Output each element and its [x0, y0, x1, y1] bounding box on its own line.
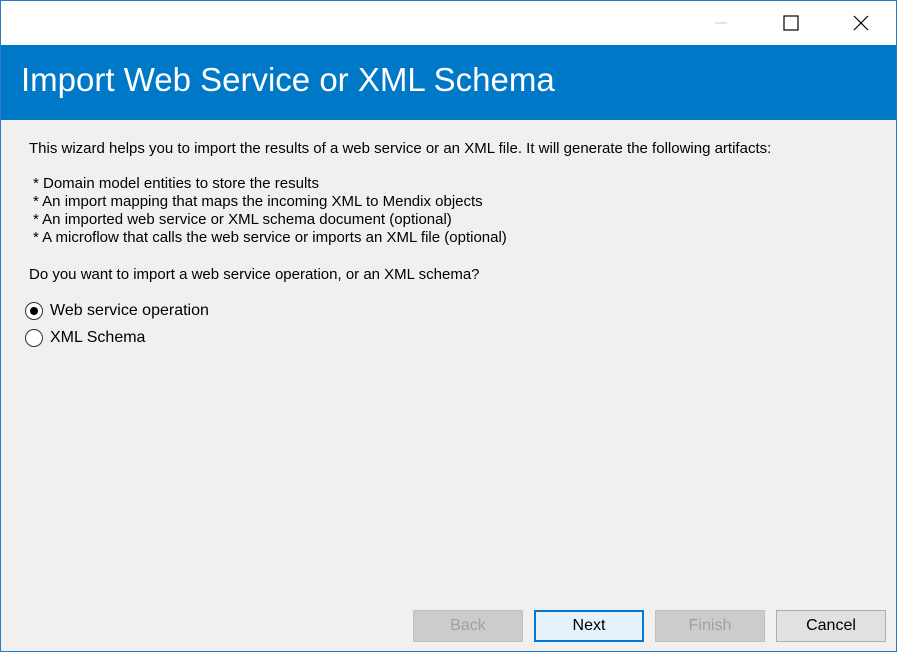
close-icon	[853, 15, 869, 31]
list-item: * An imported web service or XML schema …	[33, 211, 452, 228]
option-label: Web service operation	[50, 302, 209, 319]
page-title: Import Web Service or XML Schema	[21, 61, 555, 98]
list-item: * Domain model entities to store the res…	[33, 175, 319, 192]
radio-unselected-icon[interactable]	[25, 329, 43, 347]
header-banner: Import Web Service or XML Schema	[1, 45, 896, 120]
finish-button[interactable]: Finish	[655, 610, 765, 642]
minimize-button[interactable]	[686, 1, 756, 45]
artifact-list: * Domain model entities to store the res…	[33, 175, 507, 247]
back-button[interactable]: Back	[413, 610, 523, 642]
question-text: Do you want to import a web service oper…	[29, 266, 480, 283]
maximize-icon	[783, 15, 799, 31]
wizard-content: This wizard helps you to import the resu…	[1, 120, 896, 651]
wizard-window: Import Web Service or XML Schema This wi…	[0, 0, 897, 652]
web-service-operation-option[interactable]: Web service operation	[25, 300, 209, 322]
minimize-icon	[715, 22, 727, 24]
cancel-button[interactable]: Cancel	[776, 610, 886, 642]
option-label: XML Schema	[50, 329, 146, 346]
xml-schema-option[interactable]: XML Schema	[25, 327, 145, 349]
list-item: * A microflow that calls the web service…	[33, 229, 507, 246]
maximize-button[interactable]	[756, 1, 826, 45]
radio-selected-icon[interactable]	[25, 302, 43, 320]
next-button[interactable]: Next	[534, 610, 644, 642]
intro-text: This wizard helps you to import the resu…	[29, 140, 772, 157]
list-item: * An import mapping that maps the incomi…	[33, 193, 483, 210]
close-button[interactable]	[826, 1, 896, 45]
title-bar	[1, 1, 896, 45]
